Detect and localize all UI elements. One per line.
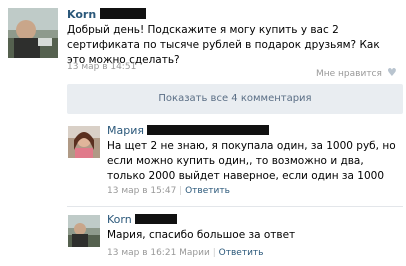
comment-timestamp[interactable]: 13 мар в 15:47 xyxy=(107,186,176,196)
show-all-comments-button[interactable]: Показать все 4 комментария xyxy=(67,84,403,114)
redacted-surname xyxy=(100,8,146,19)
like-button[interactable]: Мне нравится ♥ xyxy=(316,61,397,80)
heart-icon: ♥ xyxy=(387,66,397,79)
reply-link[interactable]: Ответить xyxy=(185,186,230,196)
redacted-surname xyxy=(135,214,178,224)
comment-text: Мария, спасибо большое за ответ xyxy=(107,229,296,241)
post-author-avatar[interactable] xyxy=(8,8,58,58)
comment-timestamp[interactable]: 13 мар в 16:21 Марии xyxy=(107,248,210,258)
comment-author-avatar[interactable] xyxy=(68,215,100,247)
post-author-name[interactable]: Korn xyxy=(67,8,146,21)
comment-author-avatar[interactable] xyxy=(68,126,100,158)
comment-author-name[interactable]: Мария xyxy=(107,124,270,137)
comment-meta: 13 мар в 15:47 | Ответить xyxy=(107,186,230,196)
comment-divider xyxy=(67,206,403,207)
reply-link[interactable]: Ответить xyxy=(219,248,264,258)
post-timestamp[interactable]: 13 мар в 14:51 xyxy=(67,62,136,72)
like-label: Мне нравится xyxy=(316,69,382,79)
comment-meta: 13 мар в 16:21 Марии | Ответить xyxy=(107,248,264,258)
redacted-surname xyxy=(147,125,270,135)
comment-author-name[interactable]: Korn xyxy=(107,213,178,226)
comment-text: На щет 2 не знаю, я покупала один, за 10… xyxy=(107,140,396,182)
